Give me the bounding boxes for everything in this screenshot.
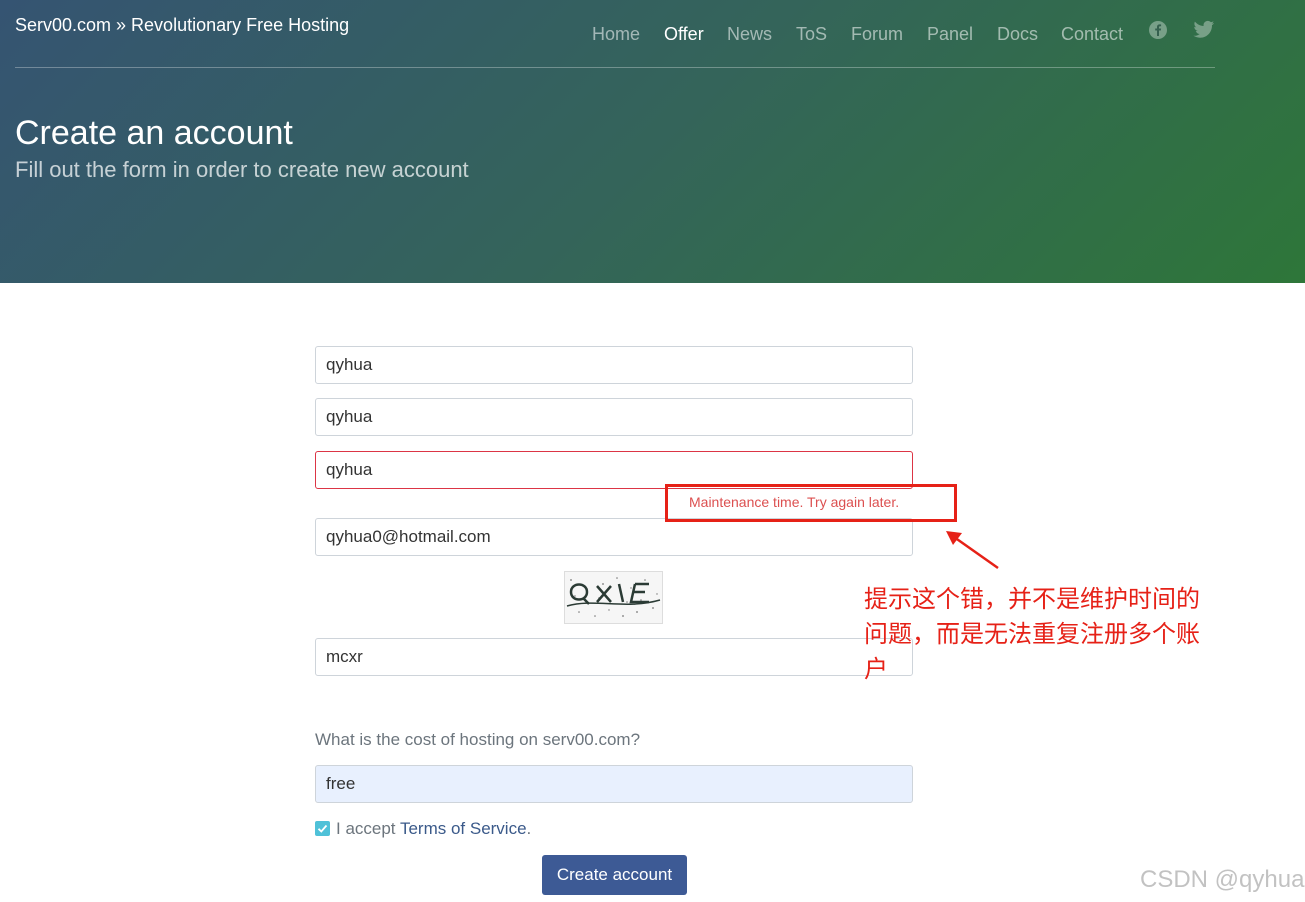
twitter-icon[interactable] xyxy=(1193,20,1215,40)
nav-forum[interactable]: Forum xyxy=(851,24,903,45)
last-name-field[interactable]: qyhua xyxy=(315,398,913,436)
csdn-watermark: CSDN @qyhua xyxy=(1140,866,1305,893)
page-subtitle: Fill out the form in order to create new… xyxy=(15,157,469,182)
nav-docs[interactable]: Docs xyxy=(997,24,1038,45)
tos-prefix: I accept xyxy=(336,819,400,838)
tos-suffix: . xyxy=(526,819,532,838)
captcha-image xyxy=(564,571,663,624)
annotation-highlight-box xyxy=(665,484,957,522)
annotation-arrow-icon xyxy=(946,531,999,570)
facebook-icon[interactable] xyxy=(1148,20,1168,40)
first-name-field[interactable]: qyhua xyxy=(315,346,913,384)
nav-contact[interactable]: Contact xyxy=(1061,24,1123,45)
nav-tos[interactable]: ToS xyxy=(796,24,827,45)
brand-link[interactable]: Serv00.com » Revolutionary Free Hosting xyxy=(15,15,349,36)
annotation-note: 提示这个错，并不是维护时间的问题，而是无法重复注册多个账户 xyxy=(864,585,1200,683)
security-answer-field[interactable]: free xyxy=(315,765,913,803)
nav-news[interactable]: News xyxy=(727,24,772,45)
tos-checkbox[interactable] xyxy=(315,821,330,836)
page-title: Create an account xyxy=(15,114,293,152)
create-account-button[interactable]: Create account xyxy=(542,855,687,895)
captcha-field[interactable]: mcxr xyxy=(315,638,913,676)
checkmark-icon xyxy=(317,824,328,833)
hero-divider xyxy=(15,67,1215,68)
nav-panel[interactable]: Panel xyxy=(927,24,973,45)
email-field[interactable]: qyhua0@hotmail.com xyxy=(315,518,913,556)
nav-home[interactable]: Home xyxy=(592,24,640,45)
security-question-label: What is the cost of hosting on serv00.co… xyxy=(315,730,641,749)
nav-offer[interactable]: Offer xyxy=(664,24,704,45)
tos-link[interactable]: Terms of Service xyxy=(400,819,527,838)
tos-row: I accept Terms of Service. xyxy=(315,819,531,839)
hero-banner: Serv00.com » Revolutionary Free Hosting … xyxy=(0,0,1305,283)
